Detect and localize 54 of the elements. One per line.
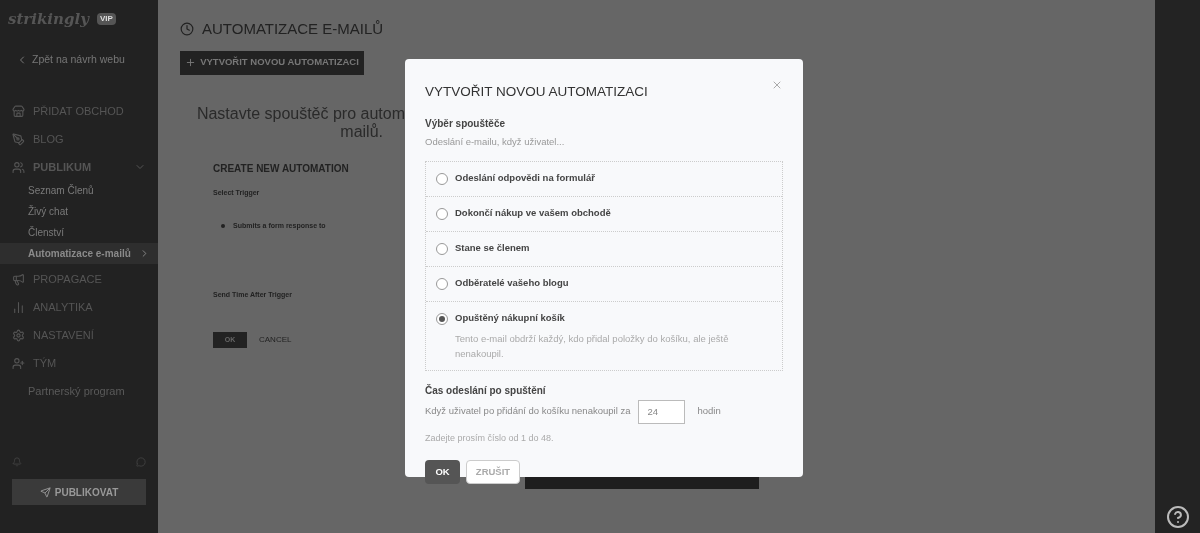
time-unit: hodin (697, 404, 721, 419)
trigger-option[interactable]: Odeslání odpovědi na formulář (426, 161, 782, 196)
radio-button[interactable] (436, 242, 448, 255)
sidebar-subitem[interactable]: Členství (0, 222, 158, 243)
megaphone-icon (12, 272, 25, 286)
plus-icon (185, 57, 197, 68)
publish-button[interactable]: PUBLIKOVAT (12, 479, 146, 505)
time-sentence: Když uživatel po přidání do košíku nenakoupil za (425, 404, 631, 419)
option-label: Opuštěný nákupní košík (455, 311, 565, 326)
section-hint: Odeslání e-mailu, když uživatel... (425, 135, 566, 150)
cancel-link[interactable]: CANCEL (259, 334, 292, 346)
option-label: Dokončí nákup ve vašem obchodě (455, 206, 611, 221)
bell-icon[interactable] (12, 457, 22, 467)
sidebar-subitem[interactable]: Živý chat (0, 201, 158, 222)
cancel-button[interactable]: ZRUŠIT (466, 460, 520, 484)
radio-button[interactable] (436, 172, 448, 185)
user-plus-icon (12, 356, 25, 370)
radio-button[interactable] (436, 277, 448, 290)
option-label: Stane se členem (455, 241, 530, 256)
help-icon[interactable] (1165, 505, 1190, 529)
time-help: Zadejte prosím číslo od 1 do 48. (425, 431, 555, 445)
settings-icon (12, 328, 25, 342)
radio-button[interactable] (436, 207, 448, 220)
hours-field[interactable]: 24 (638, 399, 686, 424)
option-label: Odeslání odpovědi na formulář (455, 171, 595, 186)
radio-button[interactable] (436, 312, 448, 325)
pen-icon (12, 132, 25, 146)
trigger-option[interactable]: Opuštěný nákupní košík Tento e-mail obdrží každý, kdo přidal položky do košíku, ale ještě nenakoupil. (426, 300, 782, 370)
section-label: Výběr spouštěče (425, 117, 507, 132)
create-automation-button[interactable]: VYTVOŘIT NOVOU AUTOMATIZACI (180, 50, 364, 75)
back-link[interactable]: Zpět na návrh webu (32, 52, 125, 68)
page-heading: mailů. (340, 122, 383, 141)
users-icon (12, 160, 25, 174)
trigger-option[interactable]: Stane se členem (426, 230, 782, 266)
option-label: Odběratelé vašeho blogu (455, 276, 569, 291)
trigger-option[interactable]: Odběratelé vašeho blogu (426, 265, 782, 301)
clock-icon (180, 22, 194, 37)
sidebar-subitem[interactable]: Automatizace e-mailů (0, 243, 158, 264)
vip-tag: VIP (96, 13, 116, 25)
close-icon[interactable] (771, 79, 783, 91)
send-icon (39, 486, 51, 498)
section-label: Čas odeslání po spuštění (425, 383, 547, 398)
option-description: Tento e-mail obdrží každý, kdo přidal položky do košíku, ale ještě nenakoupil. (454, 331, 730, 361)
chart-icon (12, 300, 25, 314)
page-title: AUTOMATIZACE E-MAILŮ (202, 19, 384, 39)
store-icon (12, 104, 25, 118)
ok-button[interactable]: OK (425, 460, 460, 484)
page-heading: Nastavte spouštěč pro autom (196, 104, 405, 123)
chat-icon[interactable] (136, 457, 146, 467)
trigger-option[interactable]: Dokončí nákup ve vašem obchodě (426, 195, 782, 231)
form-title: CREATE NEW AUTOMATION (213, 161, 350, 176)
sidebar-subitem[interactable]: Seznam Členů (0, 180, 158, 201)
modal-title: VYTVOŘIT NOVOU AUTOMATIZACI (425, 83, 648, 101)
chevron-right-icon (139, 248, 150, 259)
